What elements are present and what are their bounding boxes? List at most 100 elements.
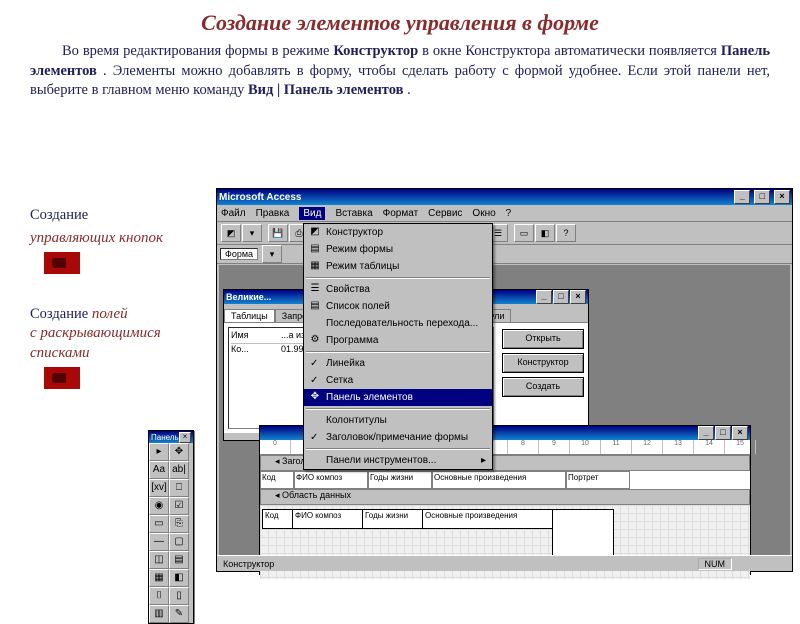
db-tab[interactable]: Таблицы: [224, 309, 275, 322]
close-icon[interactable]: ×: [570, 290, 586, 304]
toolbox-tool[interactable]: ✥: [169, 443, 189, 461]
toolbox-tool[interactable]: ◫: [149, 551, 169, 569]
p-text: Во время редактирования формы в режиме: [62, 43, 333, 59]
toolbox-tool[interactable]: ✎: [169, 605, 189, 623]
toolbar-button[interactable]: ◧: [535, 224, 555, 242]
detail-section-bar[interactable]: ◂ Область данных: [260, 489, 750, 505]
minimize-icon[interactable]: _: [734, 190, 750, 204]
field-control[interactable]: [552, 509, 614, 559]
menu-Окно[interactable]: Окно: [472, 208, 495, 219]
menu-item[interactable]: Панели инструментов...▸: [304, 452, 492, 469]
menu-item[interactable]: ✓Сетка: [304, 372, 492, 389]
p-text: .: [407, 82, 411, 98]
toolbox-tool[interactable]: ▢: [169, 533, 189, 551]
header-field: Основные произведения: [432, 471, 566, 489]
minimize-icon[interactable]: _: [536, 290, 552, 304]
header-field: Портрет: [566, 471, 630, 489]
toolbar-button[interactable]: ▾: [262, 245, 282, 263]
toolbox-tool[interactable]: ▸: [149, 443, 169, 461]
toolbox-tool[interactable]: ▦: [149, 569, 169, 587]
toolbox-tool[interactable]: ab|: [169, 461, 189, 479]
menu-item[interactable]: Последовательность перехода...: [304, 315, 492, 332]
app-title-text: Microsoft Access: [219, 192, 301, 203]
menu-Сервис[interactable]: Сервис: [428, 208, 462, 219]
toolbox-tool[interactable]: Aa: [149, 461, 169, 479]
p-text: в окне Конструктора автоматически появля…: [422, 43, 721, 59]
toolbox-palette[interactable]: Панель × ▸✥Aaab|[xv]⎕◉☑▭⎘—▢◫▤▦◧⌷▯▥✎: [148, 430, 194, 624]
menu-Вид[interactable]: Вид: [299, 207, 325, 220]
maximize-icon[interactable]: □: [553, 290, 569, 304]
toolbox-tool[interactable]: ⌷: [149, 587, 169, 605]
toolbar-button[interactable]: ▾: [242, 224, 262, 242]
menubar[interactable]: Файл Правка Вид Вставка Формат Сервис Окно?: [217, 205, 792, 222]
side-2-red-1: полей: [92, 306, 128, 322]
help-icon[interactable]: ?: [556, 224, 576, 242]
view-menu-dropdown[interactable]: ◩Конструктор▤Режим формы▦Режим таблицы ☰С…: [303, 223, 493, 470]
toolbox-tool[interactable]: ▯: [169, 587, 189, 605]
page-title: Создание элементов управления в форме: [0, 0, 800, 42]
toolbox-tool[interactable]: —: [149, 533, 169, 551]
minimize-icon[interactable]: _: [698, 426, 714, 440]
menu-Правка[interactable]: Правка: [256, 208, 290, 219]
header-field: ФИО композ: [294, 471, 368, 489]
toolbox-tool[interactable]: ▥: [149, 605, 169, 623]
side-1-red: управляющих кнопок: [30, 230, 163, 246]
field-control[interactable]: Годы жизни: [362, 509, 424, 529]
toolbar-button[interactable]: ▭: [514, 224, 534, 242]
toolbox-tool[interactable]: ☑: [169, 497, 189, 515]
side-1-dark: Создание: [30, 206, 210, 225]
field-control[interactable]: Код: [262, 509, 294, 529]
maximize-icon[interactable]: □: [754, 190, 770, 204]
toolbox-tool[interactable]: ▤: [169, 551, 189, 569]
camera-icon: [44, 252, 80, 274]
menu-item[interactable]: ✓Заголовок/примечание формы: [304, 429, 492, 446]
close-icon[interactable]: ×: [179, 432, 191, 443]
field-control[interactable]: ФИО композ: [292, 509, 364, 529]
open-button[interactable]: Открыть: [502, 329, 584, 349]
menu-item[interactable]: ☰Свойства: [304, 281, 492, 298]
toolbox-tool[interactable]: [xv]: [149, 479, 169, 497]
menu-Формат[interactable]: Формат: [383, 208, 419, 219]
status-text: Конструктор: [223, 559, 274, 569]
menu-Файл[interactable]: Файл: [221, 208, 246, 219]
menu-item[interactable]: ✥Панель элементов: [304, 389, 492, 406]
list-item[interactable]: Ко...: [231, 344, 281, 357]
menu-item[interactable]: ✓Линейка: [304, 355, 492, 372]
object-selector[interactable]: Форма: [220, 248, 258, 260]
field-control[interactable]: Основные произведения: [422, 509, 554, 529]
p-bold-1: Конструктор: [333, 43, 418, 59]
header-field: Годы жизни: [368, 471, 432, 489]
toolbox-tool[interactable]: ◧: [169, 569, 189, 587]
toolbox-tool[interactable]: ⎕: [169, 479, 189, 497]
window-buttons: _ □ ×: [733, 190, 790, 204]
maximize-icon[interactable]: □: [715, 426, 731, 440]
menu-item[interactable]: ▤Режим формы: [304, 241, 492, 258]
new-button[interactable]: Создать: [502, 377, 584, 397]
menu-item[interactable]: ◩Конструктор: [304, 224, 492, 241]
side-2-red-2: с раскрывающимися списками: [30, 325, 161, 361]
close-icon[interactable]: ×: [774, 190, 790, 204]
toolbox-tool[interactable]: ⎘: [169, 515, 189, 533]
design-button[interactable]: Конструктор: [502, 353, 584, 373]
db-window-title: Великие...: [226, 292, 271, 302]
toolbox-titlebar[interactable]: Панель ×: [149, 431, 193, 443]
col-header: Имя: [231, 330, 281, 343]
toolbox-title-text: Панель: [151, 433, 179, 442]
toolbar-button[interactable]: ◩: [221, 224, 241, 242]
menu-Вставка[interactable]: Вставка: [335, 208, 372, 219]
save-icon[interactable]: 💾: [268, 224, 288, 242]
app-titlebar[interactable]: Microsoft Access _ □ ×: [217, 189, 792, 205]
menu-item[interactable]: Колонтитулы: [304, 412, 492, 429]
close-icon[interactable]: ×: [732, 426, 748, 440]
toolbox-tool[interactable]: ▭: [149, 515, 169, 533]
toolbox-tool[interactable]: ◉: [149, 497, 169, 515]
side-item-2: Создание полей с раскрывающимися спискам…: [30, 305, 210, 396]
side-2-dark: Создание: [30, 306, 88, 322]
menu-item[interactable]: ▦Режим таблицы: [304, 258, 492, 275]
p-bold-3: Вид | Панель элементов: [248, 82, 403, 98]
menu-item[interactable]: ▤Список полей: [304, 298, 492, 315]
menu-?[interactable]: ?: [506, 208, 512, 219]
statusbar: Конструктор NUM: [217, 555, 792, 571]
menu-item[interactable]: ⚙Программа: [304, 332, 492, 349]
access-app-window: Microsoft Access _ □ × Файл Правка Вид Вста…: [216, 188, 793, 572]
